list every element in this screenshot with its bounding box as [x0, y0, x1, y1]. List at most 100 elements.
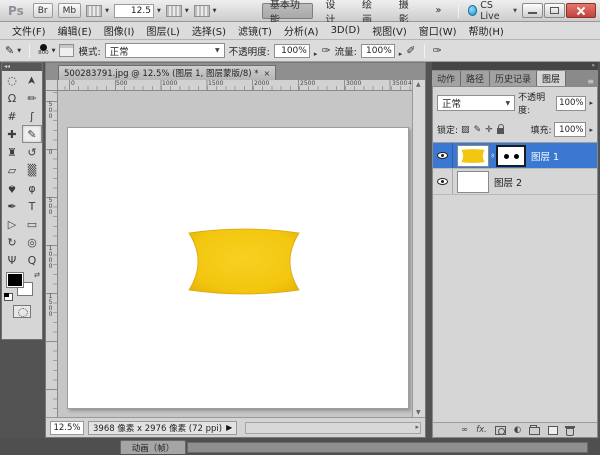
animation-panel-tab[interactable]: 动画（帧） — [120, 440, 186, 454]
workspace-design-button[interactable]: 设计 — [318, 3, 350, 19]
flow-spinner[interactable] — [399, 41, 403, 60]
mask-link-icon[interactable]: ∞ — [489, 153, 496, 158]
layer-name[interactable]: 图层 2 — [494, 175, 522, 189]
layer-thumbnail[interactable] — [457, 145, 489, 167]
opacity-spinner[interactable] — [314, 41, 318, 60]
close-button[interactable] — [566, 3, 596, 18]
menu-filter[interactable]: 滤镜(T) — [232, 23, 278, 38]
pen-tool[interactable]: ✒ — [2, 197, 22, 215]
quick-selection-tool[interactable]: ✏ — [22, 89, 42, 107]
3d-camera-tool[interactable]: ◎ — [22, 233, 42, 251]
menu-window[interactable]: 窗口(W) — [413, 23, 463, 38]
lock-position-icon[interactable]: ✛ — [485, 125, 493, 135]
menu-file[interactable]: 文件(F) — [6, 23, 52, 38]
tab-layers[interactable]: 图层 — [537, 71, 566, 86]
lasso-tool[interactable]: Ω — [2, 89, 22, 107]
flow-input[interactable]: 100% — [361, 44, 395, 58]
brush-tool[interactable]: ✎ — [22, 125, 42, 143]
tab-actions[interactable]: 动作 — [432, 71, 461, 86]
toggle-brush-panel-button[interactable] — [59, 44, 74, 57]
hand-tool[interactable]: Ψ — [2, 251, 22, 269]
layer-visibility-toggle[interactable] — [433, 169, 453, 194]
layer-name[interactable]: 图层 1 — [531, 149, 559, 163]
menu-view[interactable]: 视图(V) — [366, 23, 413, 38]
layer-fill-input[interactable]: 100% — [554, 122, 586, 137]
layer-thumbnail[interactable] — [457, 171, 489, 193]
layer-blend-mode-select[interactable]: 正常 — [437, 95, 515, 111]
cs-live-button[interactable]: CS Live ▼ — [468, 0, 518, 22]
layer-opacity-input[interactable]: 100% — [556, 96, 586, 111]
layer-visibility-toggle[interactable] — [433, 143, 453, 168]
new-group-button[interactable] — [529, 427, 540, 435]
spot-healing-brush-tool[interactable]: ✚ — [2, 125, 22, 143]
menu-analysis[interactable]: 分析(A) — [278, 23, 325, 38]
menu-edit[interactable]: 编辑(E) — [52, 23, 98, 38]
workspace-photography-button[interactable]: 摄影 — [392, 3, 424, 19]
rectangular-marquee-tool[interactable]: ◌ — [2, 71, 22, 89]
menu-layer[interactable]: 图层(L) — [140, 23, 185, 38]
move-tool[interactable]: ➤ — [22, 71, 42, 89]
menu-select[interactable]: 选择(S) — [186, 23, 232, 38]
crop-tool[interactable]: # — [2, 107, 22, 125]
horizontal-scrollbar[interactable] — [245, 422, 421, 434]
clone-stamp-tool[interactable]: ♜ — [2, 143, 22, 161]
3d-rotate-tool[interactable]: ↻ — [2, 233, 22, 251]
delete-layer-button[interactable] — [566, 428, 574, 436]
document-info[interactable]: 3968 像素 x 2976 像素 (72 ppi) ▶ — [88, 421, 237, 435]
opacity-input[interactable]: 100% — [274, 44, 310, 58]
path-selection-tool[interactable]: ▷ — [2, 215, 22, 233]
menu-3d[interactable]: 3D(D) — [325, 25, 367, 36]
tab-history[interactable]: 历史记录 — [490, 71, 537, 86]
eyedropper-tool[interactable]: ʃ — [22, 107, 42, 125]
add-layer-mask-button[interactable] — [495, 426, 506, 435]
layer-fill-spinner[interactable] — [589, 125, 593, 135]
shape-tool[interactable]: ▭ — [22, 215, 42, 233]
zoom-level-dropdown[interactable]: 12.5 — [114, 4, 161, 18]
tool-panel-collapse-button[interactable]: ◂◂ — [2, 63, 42, 71]
adjustment-layer-button[interactable]: ◐ — [514, 425, 521, 435]
layer-row-1[interactable]: ∞ 图层 1 — [433, 143, 597, 169]
tab-close-icon[interactable]: × — [264, 69, 271, 78]
workspace-overflow-button[interactable]: » — [428, 3, 448, 19]
arrange-documents-dropdown[interactable] — [166, 5, 189, 17]
menu-image[interactable]: 图像(I) — [98, 23, 141, 38]
layer-row-2[interactable]: 图层 2 — [433, 169, 597, 195]
vertical-scrollbar[interactable] — [412, 80, 425, 417]
tab-paths[interactable]: 路径 — [461, 71, 490, 86]
default-colors-icon[interactable] — [4, 293, 13, 301]
launch-bridge-button[interactable]: Br — [33, 3, 53, 18]
canvas[interactable] — [67, 127, 409, 409]
type-tool[interactable]: T — [22, 197, 42, 215]
lock-all-icon[interactable] — [497, 128, 504, 134]
workspace-essentials-button[interactable]: 基本功能 — [262, 3, 313, 19]
layer-opacity-spinner[interactable] — [589, 98, 593, 108]
dock-collapse-button[interactable]: » — [432, 62, 598, 70]
history-brush-tool[interactable]: ↺ — [22, 143, 42, 161]
layer-mask-thumbnail[interactable] — [496, 145, 526, 167]
panel-menu-icon[interactable]: ≡ — [583, 77, 598, 86]
blend-mode-select[interactable]: 正常 — [105, 43, 225, 58]
launch-mini-bridge-button[interactable]: Mb — [58, 3, 81, 18]
workspace-painting-button[interactable]: 绘画 — [355, 3, 387, 19]
animation-panel-strip[interactable] — [187, 442, 588, 453]
tablet-pressure-opacity-icon[interactable]: ✑ — [321, 44, 330, 57]
menu-help[interactable]: 帮助(H) — [463, 23, 510, 38]
tablet-pressure-size-icon[interactable]: ✑ — [433, 44, 442, 57]
zoom-tool[interactable]: Q — [22, 251, 42, 269]
airbrush-icon[interactable]: ✐ — [406, 44, 415, 57]
canvas-viewport[interactable] — [58, 91, 412, 417]
brush-preset-picker[interactable]: 800 — [38, 44, 55, 57]
eraser-tool[interactable]: ▱ — [2, 161, 22, 179]
lock-transparent-pixels-icon[interactable]: ▨ — [461, 125, 470, 135]
screen-mode-dropdown[interactable] — [194, 5, 217, 17]
new-layer-button[interactable] — [548, 426, 558, 435]
status-zoom-field[interactable]: 12.5% — [50, 421, 84, 435]
layer-style-button[interactable]: fx. — [476, 425, 487, 435]
foreground-color-swatch[interactable] — [7, 273, 23, 287]
dodge-tool[interactable]: φ — [22, 179, 42, 197]
quick-mask-mode-button[interactable] — [13, 305, 31, 318]
gradient-tool[interactable]: ▒ — [22, 161, 42, 179]
zoom-level-value[interactable]: 12.5 — [114, 4, 154, 18]
link-layers-button[interactable]: ∞ — [461, 425, 468, 435]
lock-image-pixels-icon[interactable]: ✎ — [474, 125, 482, 135]
